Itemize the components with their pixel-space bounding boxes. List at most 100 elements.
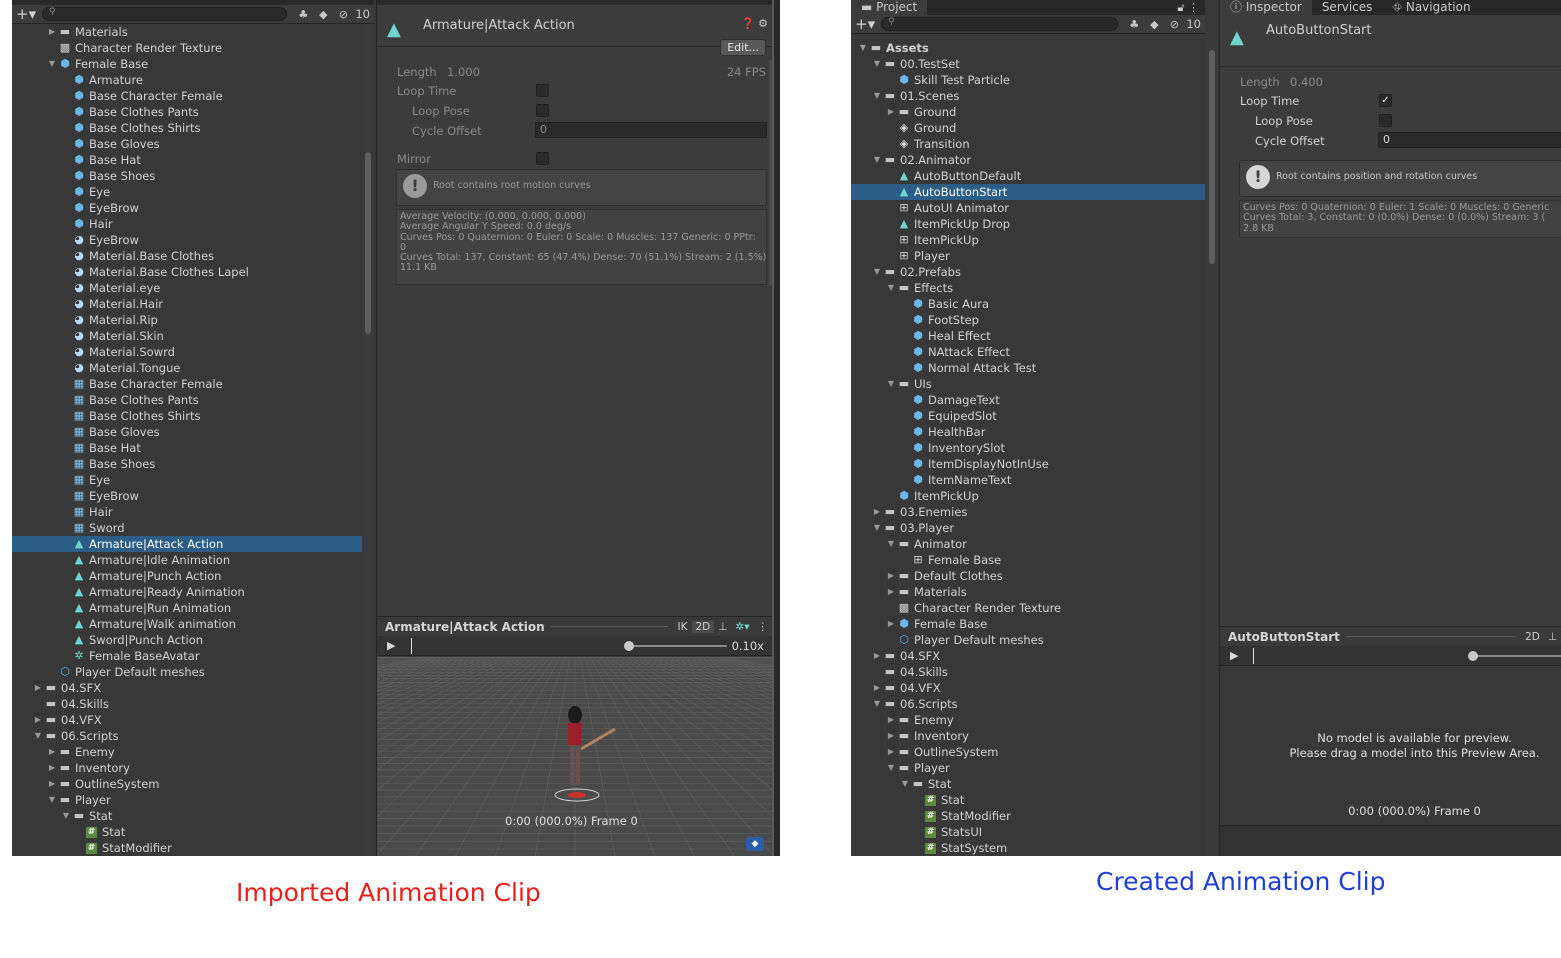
preview-stage[interactable]: 0:00 (000.0%) Frame 0 ◆: [377, 657, 772, 856]
hidden-packages-icon[interactable]: ⊘: [1164, 18, 1184, 31]
tree-row[interactable]: # Stat: [851, 792, 1205, 808]
tree-row[interactable]: ⬡ Player Default meshes: [12, 664, 362, 680]
tree-row[interactable]: ▼ ▬ 03.Player: [851, 520, 1205, 536]
tree-row[interactable]: # StatSystem: [851, 840, 1205, 856]
loop-time-checkbox[interactable]: [536, 84, 549, 97]
tree-row[interactable]: ▶ ▬ Materials: [12, 24, 362, 40]
tree-row[interactable]: ⬡ Player Default meshes: [851, 632, 1205, 648]
asset-label-icon[interactable]: ◆: [746, 837, 764, 851]
tree-row[interactable]: ▬ 04.Skills: [12, 696, 362, 712]
foldout-arrow-icon[interactable]: ▶: [885, 616, 897, 632]
tree-row[interactable]: ▼ ▬ Player: [12, 792, 362, 808]
tab-services[interactable]: Services: [1312, 0, 1383, 15]
tree-row[interactable]: ◈ Ground: [851, 120, 1205, 136]
tree-row[interactable]: ⬢ Base Hat: [12, 152, 362, 168]
foldout-arrow-icon[interactable]: ▶: [46, 760, 58, 776]
pivot-icon[interactable]: ⊥: [1544, 631, 1561, 643]
foldout-arrow-icon[interactable]: ▶: [885, 744, 897, 760]
tree-row[interactable]: ▼ ▬ 02.Prefabs: [851, 264, 1205, 280]
tree-row[interactable]: ▦ Eye: [12, 472, 362, 488]
tree-row[interactable]: ▶ ▬ Default Clothes: [851, 568, 1205, 584]
foldout-arrow-icon[interactable]: ▼: [871, 88, 883, 104]
tree-row[interactable]: ▦ Base Gloves: [12, 424, 362, 440]
tree-row[interactable]: ▼ ▬ 02.Animator: [851, 152, 1205, 168]
tree-row[interactable]: ▦ EyeBrow: [12, 488, 362, 504]
loop-time-checkbox[interactable]: ✓: [1379, 94, 1392, 107]
hidden-packages-icon[interactable]: ⊘: [333, 8, 353, 21]
foldout-arrow-icon[interactable]: ▼: [46, 792, 58, 808]
tree-row[interactable]: ▲ Armature|Ready Animation: [12, 584, 362, 600]
foldout-arrow-icon[interactable]: ▼: [885, 760, 897, 776]
foldout-arrow-icon[interactable]: ▶: [46, 776, 58, 792]
foldout-arrow-icon[interactable]: ▶: [871, 504, 883, 520]
filter-label-icon[interactable]: ◆: [1144, 18, 1164, 31]
foldout-arrow-icon[interactable]: ▼: [885, 536, 897, 552]
foldout-arrow-icon[interactable]: ▼: [32, 728, 44, 744]
tree-row[interactable]: ▦ Base Hat: [12, 440, 362, 456]
tree-row[interactable]: ▼ ▬ Stat: [851, 776, 1205, 792]
foldout-arrow-icon[interactable]: ▼: [871, 520, 883, 536]
tree-row[interactable]: ▶ ▬ Ground: [851, 104, 1205, 120]
tree-row[interactable]: ⊞ Female Base: [851, 552, 1205, 568]
speed-slider-knob[interactable]: [1468, 651, 1478, 661]
foldout-arrow-icon[interactable]: ▶: [871, 648, 883, 664]
speed-slider-track[interactable]: [1470, 655, 1561, 657]
tree-row[interactable]: ◕ Material.Base Clothes Lapel: [12, 264, 362, 280]
tree-row[interactable]: ⊞ Player: [851, 248, 1205, 264]
tree-row[interactable]: ⬢ HealthBar: [851, 424, 1205, 440]
tree-row[interactable]: ⬢ ItemPickUp: [851, 488, 1205, 504]
tree-row[interactable]: ▶ ▬ Inventory: [12, 760, 362, 776]
tree-row[interactable]: ◕ Material.Rip: [12, 312, 362, 328]
project-scrollbar[interactable]: [362, 24, 374, 856]
tree-row[interactable]: ⬢ NAttack Effect: [851, 344, 1205, 360]
foldout-arrow-icon[interactable]: ▼: [871, 696, 883, 712]
tree-row[interactable]: ▩ Character Render Texture: [12, 40, 362, 56]
project-scrollbar[interactable]: [1206, 40, 1218, 856]
foldout-arrow-icon[interactable]: ▼: [60, 808, 72, 824]
tree-row[interactable]: ▲ Armature|Punch Action: [12, 568, 362, 584]
speed-slider-knob[interactable]: [624, 641, 634, 651]
tree-row[interactable]: ▼ ▬ Player: [851, 760, 1205, 776]
filter-type-icon[interactable]: ♣: [1124, 18, 1144, 31]
foldout-arrow-icon[interactable]: ▼: [885, 376, 897, 392]
foldout-arrow-icon[interactable]: ▶: [885, 728, 897, 744]
avatar-select-icon[interactable]: ✲▾: [731, 621, 753, 633]
tree-row[interactable]: ⬢ Skill Test Particle: [851, 72, 1205, 88]
tree-row[interactable]: ▦ Base Clothes Pants: [12, 392, 362, 408]
tree-row[interactable]: ▶ ▬ 04.SFX: [851, 648, 1205, 664]
tree-row[interactable]: ▦ Base Clothes Shirts: [12, 408, 362, 424]
tree-row[interactable]: ⬢ Base Clothes Shirts: [12, 120, 362, 136]
foldout-arrow-icon[interactable]: ▼: [885, 280, 897, 296]
project-scrollbar-thumb[interactable]: [365, 152, 371, 334]
tab-inspector[interactable]: ⓘ Inspector: [1220, 0, 1312, 15]
tree-row[interactable]: ⬢ InventorySlot: [851, 440, 1205, 456]
foldout-arrow-icon[interactable]: ▼: [46, 56, 58, 72]
tree-row[interactable]: ▼ ▬ Effects: [851, 280, 1205, 296]
foldout-arrow-icon[interactable]: ▶: [46, 744, 58, 760]
tree-row[interactable]: ⬢ ItemDisplayNotInUse: [851, 456, 1205, 472]
tree-row[interactable]: ▶ ▬ 04.VFX: [851, 680, 1205, 696]
ik-toggle[interactable]: IK: [674, 621, 692, 633]
filter-type-icon[interactable]: ♣: [293, 8, 313, 21]
edit-button[interactable]: Edit...: [720, 39, 766, 56]
speed-slider-track[interactable]: [627, 645, 727, 647]
tree-row[interactable]: ◕ EyeBrow: [12, 232, 362, 248]
foldout-arrow-icon[interactable]: ▶: [885, 104, 897, 120]
tree-row[interactable]: ⬢ EyeBrow: [12, 200, 362, 216]
tree-row[interactable]: ▲ Sword|Punch Action: [12, 632, 362, 648]
tree-row[interactable]: ▲ AutoButtonDefault: [851, 168, 1205, 184]
loop-pose-checkbox[interactable]: [536, 104, 549, 117]
tree-row[interactable]: ▩ Character Render Texture: [851, 600, 1205, 616]
tree-row[interactable]: ⊞ AutoUI Animator: [851, 200, 1205, 216]
tree-row[interactable]: ▼ ▬ Assets: [851, 40, 1205, 56]
tree-row[interactable]: ▲ Armature|Run Animation: [12, 600, 362, 616]
tree-row[interactable]: ▶ ▬ 04.SFX: [12, 680, 362, 696]
tab-project[interactable]: ▬ Project: [851, 0, 928, 15]
tree-row[interactable]: ▼ ▬ Stat: [12, 808, 362, 824]
tree-row[interactable]: ▲ AutoButtonStart: [851, 184, 1205, 200]
filter-label-icon[interactable]: ◆: [313, 8, 333, 21]
foldout-arrow-icon[interactable]: ▶: [46, 24, 58, 40]
help-icon[interactable]: ❓ ⚙: [741, 17, 768, 30]
tree-row[interactable]: ⬢ Armature: [12, 72, 362, 88]
tree-row[interactable]: ◕ Material.Hair: [12, 296, 362, 312]
